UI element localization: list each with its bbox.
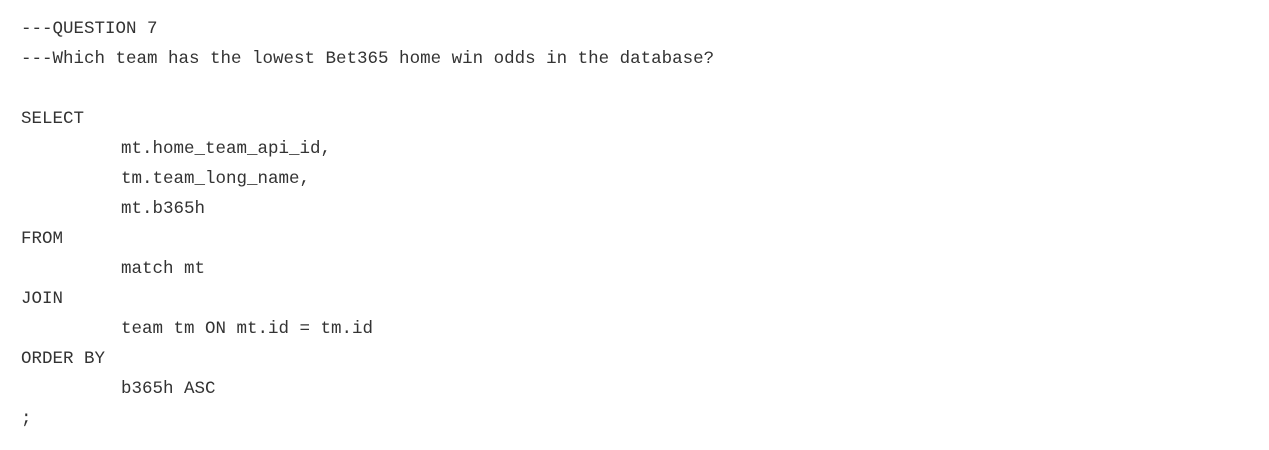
keyword-join: JOIN	[21, 289, 64, 309]
keyword-from: FROM	[21, 229, 64, 249]
sql-code-view: ---QUESTION 7 ---Which team has the lowe…	[21, 14, 714, 434]
comment-line-question-text: ---Which team has the lowest Bet365 home…	[21, 49, 715, 69]
select-column-b365h: mt.b365h	[121, 199, 206, 219]
keyword-order-by: ORDER BY	[21, 349, 106, 369]
comment-line-question-number: ---QUESTION 7	[21, 19, 158, 39]
select-column-home-team-api-id: mt.home_team_api_id,	[121, 139, 332, 159]
keyword-select: SELECT	[21, 109, 85, 129]
select-column-team-long-name: tm.team_long_name,	[121, 169, 311, 189]
from-table-match: match mt	[121, 259, 206, 279]
order-by-clause: b365h ASC	[121, 379, 216, 399]
statement-terminator: ;	[21, 409, 32, 429]
join-clause-team: team tm ON mt.id = tm.id	[121, 319, 374, 339]
